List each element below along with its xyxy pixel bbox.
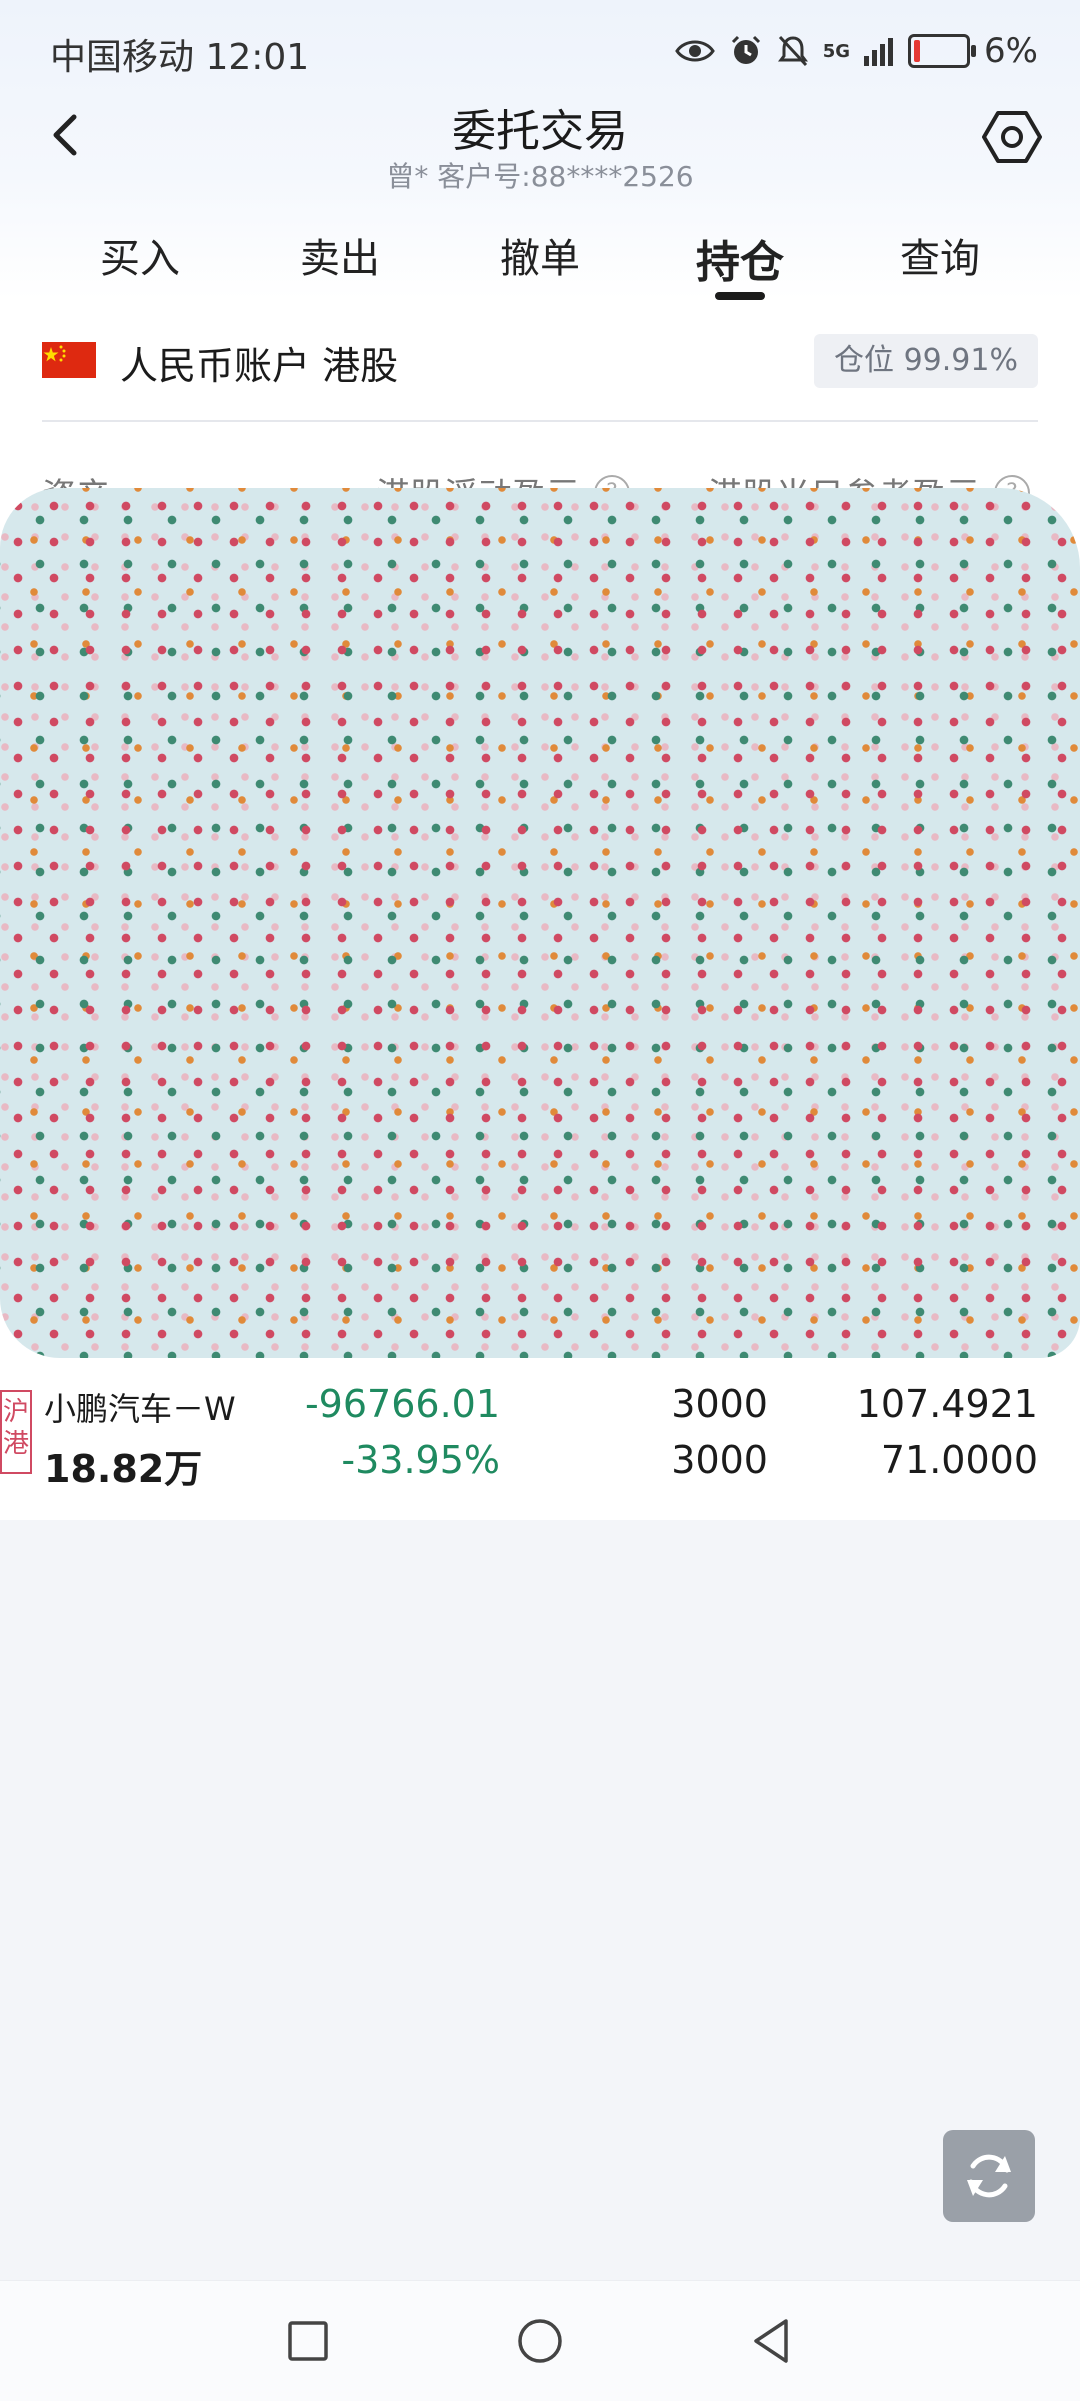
china-flag-icon <box>42 342 96 378</box>
tab-query[interactable]: 查询 <box>870 220 1010 300</box>
cost-price: 107.4921 <box>856 1382 1038 1426</box>
home-icon[interactable] <box>510 2311 570 2371</box>
back-icon[interactable] <box>40 105 90 165</box>
battery-level: 6% <box>984 31 1038 71</box>
market-tag: 沪港 <box>0 1390 32 1474</box>
stock-name: 小鹏汽车－W <box>44 1390 236 1428</box>
header: 委托交易 曾* 客户号:88****2526 <box>0 95 1080 205</box>
holding-quantity: 3000 <box>671 1382 768 1426</box>
market-value: 18.82万 <box>44 1447 203 1491</box>
position-ratio-badge: 仓位 99.91% <box>814 334 1038 388</box>
profit-loss-percent: -33.95% <box>341 1438 500 1482</box>
trade-tabs: 买入 卖出 撤单 持仓 查询 <box>0 220 1080 300</box>
eye-icon <box>674 40 715 62</box>
tab-holdings[interactable]: 持仓 <box>670 220 810 300</box>
refresh-button[interactable] <box>943 2130 1035 2222</box>
back-nav-icon[interactable] <box>742 2311 802 2371</box>
status-icons: 5G 6% <box>674 26 1038 76</box>
carrier-time: 中国移动 12:01 <box>50 37 310 78</box>
current-price: 71.0000 <box>880 1438 1038 1482</box>
page-title: 委托交易 <box>452 106 628 157</box>
account-subtitle: 曾* 客户号:88****2526 <box>386 160 694 193</box>
divider <box>42 420 1038 422</box>
holdings-panel: 人民币账户 港股 仓位 99.91% 资产 港股浮动盈亏 ? 港股当日参考盈亏 … <box>0 300 1080 1520</box>
profit-loss: -96766.01 <box>304 1382 500 1426</box>
redaction-scribble <box>0 488 1080 1358</box>
signal-label: 5G <box>822 40 851 62</box>
tab-cancel[interactable]: 撤单 <box>470 220 610 300</box>
holding-row[interactable]: 沪港 小鹏汽车－W 18.82万 -96766.01 -33.95% 3000 … <box>0 1368 1080 1498</box>
signal-icon <box>864 38 894 66</box>
battery-icon <box>908 34 977 68</box>
system-nav-bar <box>0 2280 1080 2401</box>
alarm-icon <box>731 35 760 64</box>
settings-icon[interactable] <box>980 105 1044 169</box>
status-bar: 中国移动 12:01 5G 6% <box>0 0 1080 100</box>
account-row[interactable]: 人民币账户 港股 仓位 99.91% <box>42 330 1038 390</box>
recents-icon[interactable] <box>278 2311 338 2371</box>
available-quantity: 3000 <box>671 1438 768 1482</box>
refresh-icon <box>967 2154 1011 2198</box>
tab-sell[interactable]: 卖出 <box>270 220 410 300</box>
tab-buy[interactable]: 买入 <box>70 220 210 300</box>
account-label: 人民币账户 港股 <box>120 344 399 388</box>
mute-icon <box>777 35 808 67</box>
